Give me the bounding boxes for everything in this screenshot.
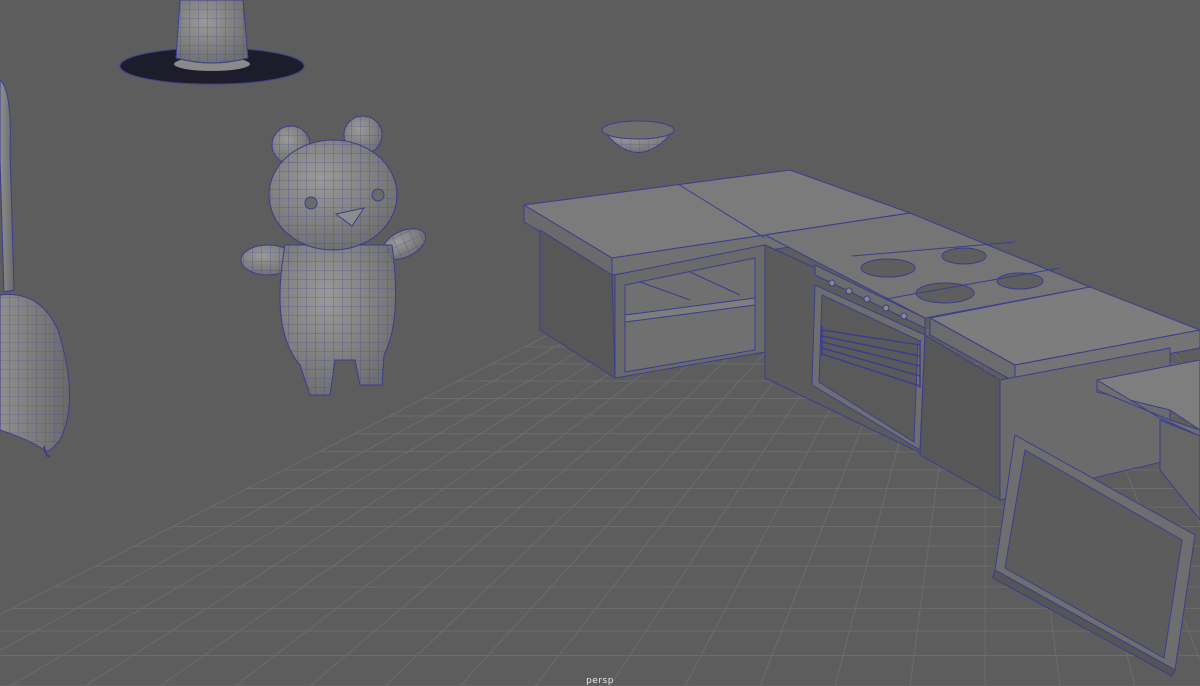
grid-line [159,329,673,686]
grid-line [0,329,587,652]
scene-canvas[interactable] [0,0,1200,686]
grid-line [534,329,815,686]
grid-line [234,329,701,686]
broom[interactable] [0,79,71,458]
witch-hat[interactable] [119,0,305,85]
maya-3d-viewport[interactable]: persp [0,0,1200,686]
grid-line [384,329,758,686]
grid-line [459,329,787,686]
teddy-bear[interactable] [240,115,430,396]
camera-label: persp [586,676,614,686]
grid-line [0,329,559,616]
bowl[interactable] [601,120,676,153]
